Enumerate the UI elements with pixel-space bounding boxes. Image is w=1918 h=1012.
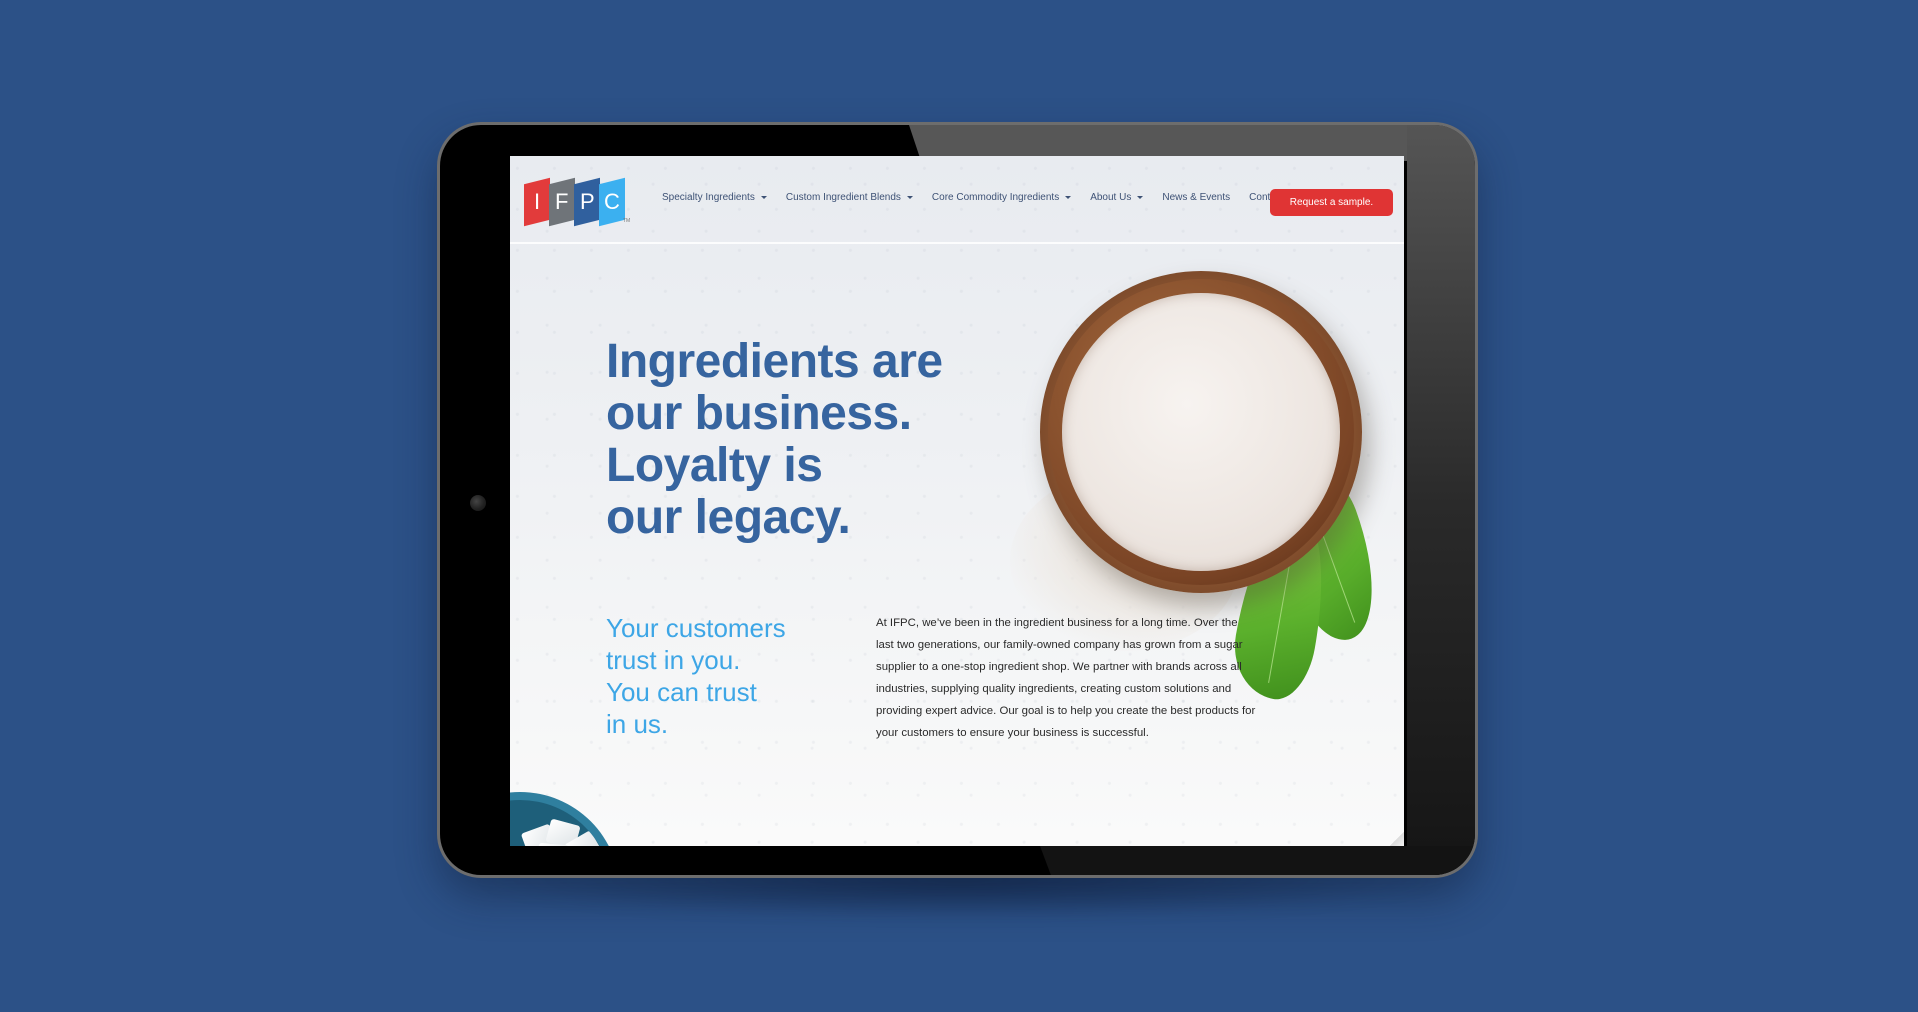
wooden-bowl xyxy=(1040,271,1362,593)
logo-tile-p: P xyxy=(574,177,600,227)
tablet-frame: I F P C TM Specialty Ingredients Custom … xyxy=(437,122,1478,878)
request-sample-button[interactable]: Request a sample. xyxy=(1270,189,1393,216)
caret-down-icon xyxy=(760,196,767,199)
site-header: I F P C TM Specialty Ingredients Custom … xyxy=(510,156,1404,244)
camera-icon xyxy=(470,495,486,511)
tablet-bezel: I F P C TM Specialty Ingredients Custom … xyxy=(440,125,1475,875)
hero-subhead: Your customers trust in you. You can tru… xyxy=(606,613,786,739)
website-screen: I F P C TM Specialty Ingredients Custom … xyxy=(510,156,1404,846)
nav-item-specialty-ingredients[interactable]: Specialty Ingredients xyxy=(662,192,767,203)
bezel-reflection-right xyxy=(1407,125,1475,875)
logo-tile-i: I xyxy=(524,177,550,227)
logo-tile-f: F xyxy=(549,177,575,227)
sugar-cube-bowl-image xyxy=(510,792,620,846)
flour xyxy=(1062,293,1340,571)
ifpc-logo[interactable]: I F P C TM xyxy=(524,177,631,228)
header-divider xyxy=(510,242,1404,244)
page-corner xyxy=(1390,832,1404,846)
bezel-reflection-bottom xyxy=(1040,846,1475,875)
caret-down-icon xyxy=(1137,196,1144,199)
main-nav: Specialty Ingredients Custom Ingredient … xyxy=(662,192,1303,203)
hero-body-paragraph: At IFPC, we’ve been in the ingredient bu… xyxy=(876,617,1256,739)
hero-headline: Ingredients are our business. Loyalty is… xyxy=(606,335,943,544)
nav-item-core-commodity-ingredients[interactable]: Core Commodity Ingredients xyxy=(932,192,1072,203)
logo-tile-c: C xyxy=(599,177,625,227)
caret-down-icon xyxy=(906,196,913,199)
nav-item-news-events[interactable]: News & Events xyxy=(1162,192,1230,203)
caret-down-icon xyxy=(1065,196,1072,199)
nav-item-about-us[interactable]: About Us xyxy=(1090,192,1144,203)
nav-item-custom-ingredient-blends[interactable]: Custom Ingredient Blends xyxy=(786,192,913,203)
trademark-label: TM xyxy=(623,218,631,224)
